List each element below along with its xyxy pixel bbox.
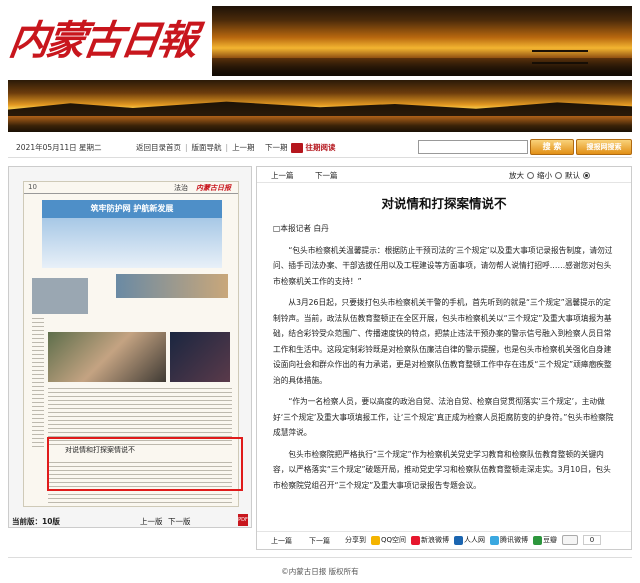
paper-blue-bg — [42, 218, 222, 268]
tencent-weibo-icon — [490, 535, 500, 545]
article-paragraph: 从3月26日起，只要拨打包头市检察机关干警的手机，首先听到的就是“三个规定”温馨… — [273, 298, 612, 385]
share-label: 分享到 — [345, 536, 366, 544]
prev-issue-link[interactable]: 上一期 — [232, 142, 255, 153]
article-paragraph: “作为一名检察人员，要以高度的政治自觉、法治自觉、检察自觉贯彻落实‘三个规定’，… — [273, 397, 614, 437]
weibo-icon — [411, 535, 421, 545]
footer-divider — [8, 557, 632, 558]
search-button[interactable]: 搜 索 — [530, 139, 574, 155]
like-button[interactable] — [562, 535, 579, 545]
article-byline: □本报记者 白丹 — [273, 224, 329, 233]
prev-article-bottom-link[interactable]: 上一篇 — [271, 536, 292, 546]
share-weibo[interactable]: 新浪微博 — [411, 535, 449, 545]
zoom-out-radio[interactable] — [555, 172, 562, 179]
like-count: 0 — [583, 535, 602, 545]
paper-section: 法治 — [174, 184, 188, 192]
current-date: 2021年05月11日 星期二 — [16, 143, 102, 152]
pier-silhouette — [532, 50, 588, 64]
past-issues-link[interactable]: 往期阅读 — [305, 142, 335, 153]
paper-photo — [116, 274, 228, 298]
paper-masthead: 内蒙古日报 — [196, 184, 231, 192]
article-panel: 上一篇 下一篇 放大 缩小 默认 对说情和打探案情说不 □本报记者 白丹 “包头… — [256, 166, 632, 550]
nav-bar: 2021年05月11日 星期二 返回目录首页 | 版面导航 | 上一期 下一期 … — [8, 138, 632, 158]
zoom-default-radio[interactable] — [583, 172, 590, 179]
qzone-icon — [371, 535, 380, 545]
share-renren[interactable]: 人人网 — [454, 535, 485, 545]
paper-header: 10 法治 内蒙古日报 — [24, 182, 238, 194]
prev-page-link[interactable]: 上一版 — [140, 516, 163, 527]
banner-image-top — [212, 6, 632, 76]
share-qzone[interactable]: QQ空间 — [371, 535, 406, 545]
renren-icon — [454, 535, 464, 545]
article-paragraph: “包头市检察机关温馨提示：根据防止干预司法的‘三个规定’以及重大事项记录报告制度… — [273, 245, 613, 286]
zoom-in-radio[interactable] — [527, 172, 534, 179]
back-to-directory-link[interactable]: 返回目录首页 — [136, 142, 181, 153]
paper-photo — [32, 278, 88, 314]
paper-page-number: 10 — [28, 183, 37, 191]
page-directory-link[interactable]: 版面导航 — [192, 142, 222, 153]
logo-text: 内蒙古日報 — [6, 17, 198, 64]
article-paragraph: 包头市检察院把严格执行“三个规定”作为检察机关党史学习教育和检察队伍教育整顿的关… — [273, 449, 611, 490]
logo[interactable]: 内蒙古日報 — [6, 2, 208, 76]
share-bar: 上一篇 下一篇 分享到 QQ空间 新浪微博 人人网 腾讯微博 豆瓣 0 — [257, 531, 631, 549]
share-targets: 分享到 QQ空间 新浪微博 人人网 腾讯微博 豆瓣 0 — [345, 535, 602, 545]
douban-icon — [533, 535, 543, 545]
font-size-controls: 放大 缩小 默认 — [509, 170, 590, 181]
current-page-label: 当前版：10版 — [12, 517, 60, 526]
article-toolbar: 上一篇 下一篇 放大 缩小 默认 — [257, 167, 631, 183]
paper-photo — [170, 332, 230, 382]
search-input[interactable] — [418, 140, 528, 154]
paper-photo — [48, 332, 166, 382]
page-navigation: 当前版：10版 上一版 下一版 PDF — [8, 514, 252, 530]
banner-image-bottom — [8, 80, 632, 132]
zoom-default-label: 默认 — [565, 171, 580, 180]
article-title: 对说情和打探案情说不 — [381, 196, 507, 211]
next-article-bottom-link[interactable]: 下一篇 — [309, 536, 330, 546]
next-issue-link[interactable]: 下一期 — [265, 142, 288, 153]
pdf-icon[interactable]: PDF — [238, 514, 248, 526]
site-banner: 内蒙古日報 — [6, 2, 632, 132]
book-icon — [291, 142, 304, 153]
article-body: □本报记者 白丹 “包头市检察机关温馨提示：根据防止干预司法的‘三个规定’以及重… — [273, 221, 618, 521]
next-article-link[interactable]: 下一篇 — [315, 170, 338, 181]
search-site-button[interactable]: 搜报网搜索 — [576, 139, 632, 155]
prev-article-link[interactable]: 上一篇 — [271, 170, 294, 181]
paper-banner-title: 筑牢防护网 护航新发展 — [42, 200, 222, 218]
share-douban[interactable]: 豆瓣 — [533, 535, 557, 545]
zoom-in-label: 放大 — [509, 171, 524, 180]
copyright: ©内蒙古日报 版权所有 — [281, 567, 359, 576]
zoom-out-label: 缩小 — [537, 171, 552, 180]
share-tencent-weibo[interactable]: 腾讯微博 — [490, 535, 528, 545]
next-page-link[interactable]: 下一版 — [168, 516, 191, 527]
mountain-silhouette — [8, 101, 632, 116]
selected-article-thumb-title: 对说情和打探案情说不 — [65, 446, 135, 454]
page-thumbnail-panel: 10 法治 内蒙古日报 筑牢防护网 护航新发展 对说情和打探案情说不 — [8, 166, 252, 528]
